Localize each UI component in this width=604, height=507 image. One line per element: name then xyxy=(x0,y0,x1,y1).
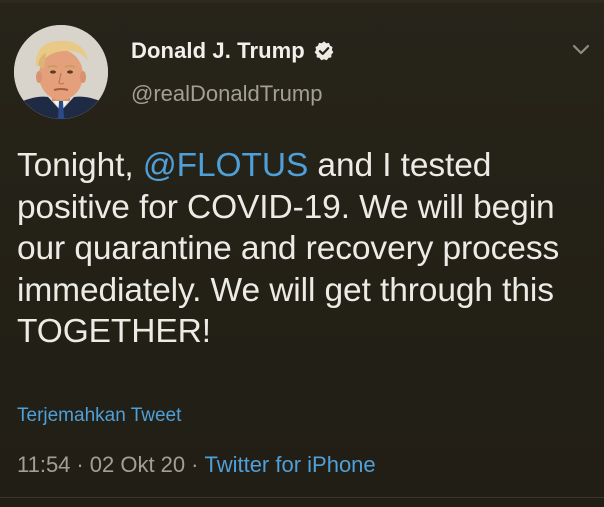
tweet-text-before: Tonight, xyxy=(17,147,143,184)
tweet-text: Tonight, @FLOTUS and I tested positive f… xyxy=(17,145,597,353)
tweet-source-link[interactable]: Twitter for iPhone xyxy=(204,452,375,478)
author-handle[interactable]: @realDonaldTrump xyxy=(131,81,322,107)
author-name-row: Donald J. Trump xyxy=(131,38,335,64)
bottom-divider xyxy=(0,497,604,498)
tweet-date[interactable]: 02 Okt 20 xyxy=(90,452,185,478)
tweet-metadata: 11:54 · 02 Okt 20 · Twitter for iPhone xyxy=(17,452,376,478)
avatar-image xyxy=(14,25,108,119)
meta-separator: · xyxy=(76,452,84,477)
avatar[interactable] xyxy=(14,25,108,119)
mention-link[interactable]: @FLOTUS xyxy=(143,147,309,184)
tweet-time[interactable]: 11:54 xyxy=(17,452,70,478)
author-display-name[interactable]: Donald J. Trump xyxy=(131,38,305,64)
verified-badge-icon xyxy=(313,40,335,62)
top-divider xyxy=(0,0,604,3)
meta-separator: · xyxy=(191,452,199,477)
translate-tweet-link[interactable]: Terjemahkan Tweet xyxy=(17,405,181,427)
tweet-card: Donald J. Trump @realDonaldTrump Tonight… xyxy=(0,0,604,507)
chevron-down-icon[interactable] xyxy=(569,40,593,60)
